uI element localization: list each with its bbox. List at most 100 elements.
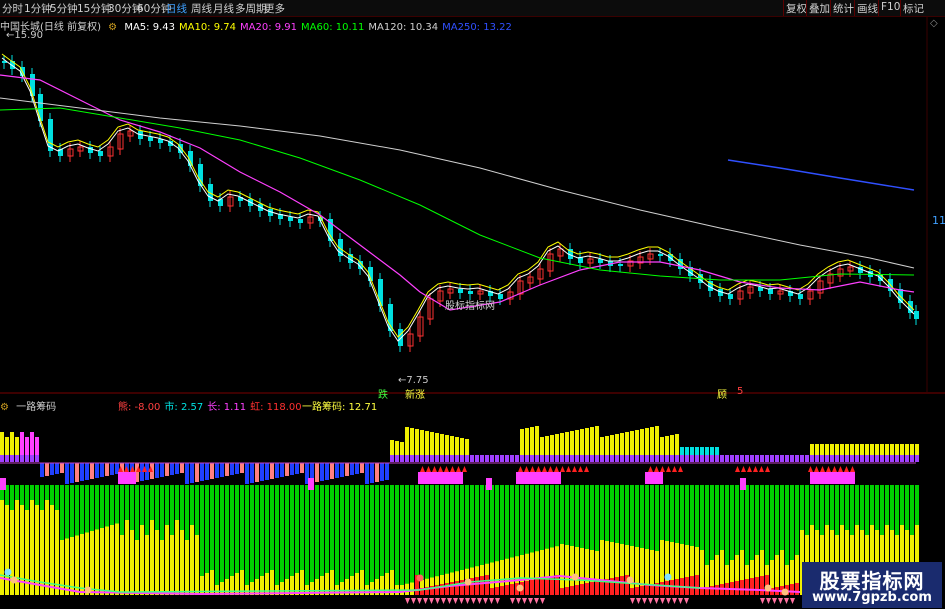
hist-base bbox=[505, 455, 509, 462]
red-bar bbox=[535, 579, 539, 595]
yellow-bar bbox=[0, 500, 4, 595]
red-triangle bbox=[432, 466, 437, 472]
yellow-bar bbox=[170, 535, 174, 595]
red-bar bbox=[790, 584, 794, 595]
hist-base bbox=[725, 455, 729, 462]
yellow-bar bbox=[110, 525, 114, 595]
neg-bar bbox=[85, 463, 89, 480]
neg-bar bbox=[385, 463, 389, 480]
pink-triangle bbox=[495, 598, 500, 604]
hist-base bbox=[880, 455, 884, 462]
ma250-line bbox=[727, 159, 915, 191]
candle-body bbox=[798, 294, 803, 299]
yellow-bar bbox=[630, 546, 634, 595]
hist-base bbox=[540, 455, 544, 462]
hist-base bbox=[30, 455, 34, 462]
ma10-line bbox=[1, 53, 915, 338]
neg-bar bbox=[205, 463, 209, 480]
pink-triangle bbox=[516, 598, 521, 604]
red-triangle bbox=[548, 466, 553, 472]
red-bar bbox=[750, 578, 754, 595]
red-triangle bbox=[518, 466, 523, 472]
neg-bar bbox=[70, 463, 74, 483]
hist-base bbox=[705, 455, 709, 462]
green-bar bbox=[310, 485, 314, 595]
yellow-bar bbox=[45, 500, 49, 595]
hist-base bbox=[520, 455, 524, 462]
red-bar bbox=[795, 583, 799, 595]
candle-body bbox=[98, 151, 103, 156]
hist-base bbox=[595, 455, 599, 462]
green-bar bbox=[370, 485, 374, 595]
yellow-bar bbox=[180, 530, 184, 595]
neg-bar bbox=[110, 463, 114, 475]
red-triangle bbox=[578, 466, 583, 472]
neg-bar bbox=[155, 463, 159, 478]
hist-base bbox=[15, 455, 19, 462]
red-bar bbox=[480, 576, 484, 595]
hist-base bbox=[865, 455, 869, 462]
neg-bar bbox=[215, 463, 219, 478]
red-bar bbox=[525, 581, 529, 595]
pink-triangle bbox=[678, 598, 683, 604]
candle-body bbox=[298, 219, 303, 223]
hist-base bbox=[530, 455, 534, 462]
red-triangle bbox=[820, 466, 825, 472]
diamond-icon[interactable]: ◇ bbox=[930, 18, 938, 29]
hist-base bbox=[745, 455, 749, 462]
pink-triangle bbox=[489, 598, 494, 604]
green-bar bbox=[275, 485, 279, 595]
hist-base bbox=[785, 455, 789, 462]
neg-bar bbox=[50, 463, 54, 475]
pink-triangle bbox=[784, 598, 789, 604]
signal-dot bbox=[84, 586, 92, 594]
hist-base bbox=[545, 455, 549, 462]
hist-base bbox=[615, 455, 619, 462]
hist-base bbox=[0, 455, 4, 462]
red-triangle bbox=[747, 466, 752, 472]
pink-triangle bbox=[540, 598, 545, 604]
hist-base bbox=[610, 455, 614, 462]
hist-base bbox=[750, 455, 754, 462]
pink-triangle bbox=[642, 598, 647, 604]
neg-bar bbox=[280, 463, 284, 477]
watermark-url: www.7gpzb.com bbox=[812, 590, 932, 605]
pink-triangle bbox=[684, 598, 689, 604]
hist-base bbox=[450, 455, 454, 462]
pink-triangle bbox=[528, 598, 533, 604]
pink-triangle bbox=[522, 598, 527, 604]
neg-bar bbox=[230, 463, 234, 475]
hist-base bbox=[840, 455, 844, 462]
green-bar bbox=[315, 485, 319, 595]
pink-triangle bbox=[534, 598, 539, 604]
pink-triangle bbox=[760, 598, 765, 604]
hist-base bbox=[665, 455, 669, 462]
neg-bar bbox=[65, 463, 69, 484]
signal-dot bbox=[626, 576, 634, 584]
hist-base bbox=[535, 455, 539, 462]
hist-base bbox=[835, 455, 839, 462]
red-triangle bbox=[554, 466, 559, 472]
hist-base bbox=[495, 455, 499, 462]
hist-base bbox=[20, 455, 24, 462]
signal-dot bbox=[516, 584, 524, 592]
red-triangle bbox=[462, 466, 467, 472]
neg-bar bbox=[360, 463, 364, 473]
yellow-bar bbox=[100, 528, 104, 595]
hist-base bbox=[550, 455, 554, 462]
hist-base bbox=[400, 455, 404, 462]
green-bar bbox=[285, 485, 289, 595]
hist-base bbox=[875, 455, 879, 462]
red-bar bbox=[630, 588, 634, 595]
red-triangle bbox=[826, 466, 831, 472]
hist-base bbox=[425, 455, 429, 462]
hist-base bbox=[445, 455, 449, 462]
red-bar bbox=[540, 578, 544, 595]
hist-base bbox=[910, 455, 914, 462]
yellow-bar bbox=[50, 505, 54, 595]
red-triangle bbox=[542, 466, 547, 472]
hist-base bbox=[760, 455, 764, 462]
neg-bar bbox=[175, 463, 179, 474]
red-bar bbox=[685, 577, 689, 595]
hist-base bbox=[600, 455, 604, 462]
